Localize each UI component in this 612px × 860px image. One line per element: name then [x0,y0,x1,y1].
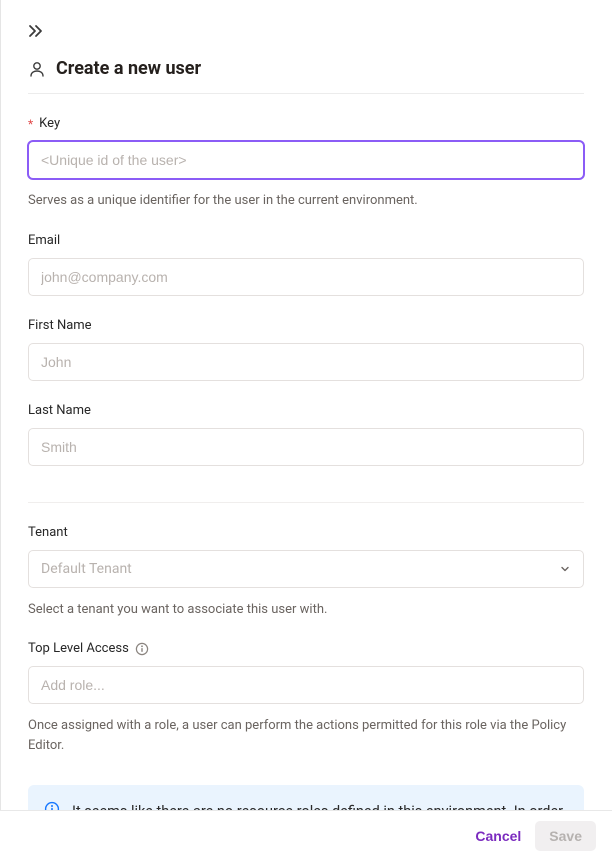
field-tenant: Tenant Default Tenant Select a tenant yo… [28,525,584,620]
last-name-input[interactable] [28,428,584,466]
tenant-help: Select a tenant you want to associate th… [28,600,584,620]
chevrons-right-icon [28,24,44,38]
alert-info-icon [44,801,60,810]
field-first-name: First Name [28,318,584,381]
info-alert: It seems like there are no resource role… [28,785,584,810]
key-input[interactable] [28,141,584,179]
top-level-access-help: Once assigned with a role, a user can pe… [28,716,584,755]
user-icon [28,60,46,78]
footer: Cancel Save [0,810,612,860]
email-input[interactable] [28,258,584,296]
field-key: * Key Serves as a unique identifier for … [28,116,584,211]
key-label: Key [39,116,60,131]
required-marker: * [28,118,33,130]
collapse-panel-button[interactable] [28,24,584,38]
field-last-name: Last Name [28,403,584,466]
field-email: Email [28,233,584,296]
page-title-row: Create a new user [28,58,584,94]
key-help: Serves as a unique identifier for the us… [28,191,584,211]
last-name-label: Last Name [28,403,91,418]
tenant-select[interactable]: Default Tenant [28,550,584,588]
top-level-access-label: Top Level Access [28,641,129,656]
cancel-button[interactable]: Cancel [475,828,521,844]
first-name-input[interactable] [28,343,584,381]
top-level-access-input[interactable] [28,666,584,704]
page-title: Create a new user [56,58,201,79]
section-divider [28,502,584,503]
info-icon[interactable] [135,642,149,656]
field-top-level-access: Top Level Access Once assigned with a ro… [28,641,584,755]
chevron-down-icon [559,563,571,575]
email-label: Email [28,233,60,248]
first-name-label: First Name [28,318,92,333]
tenant-label: Tenant [28,525,68,540]
alert-text: It seems like there are no resource role… [72,803,563,810]
save-button[interactable]: Save [535,821,596,851]
tenant-selected-value: Default Tenant [41,561,132,577]
